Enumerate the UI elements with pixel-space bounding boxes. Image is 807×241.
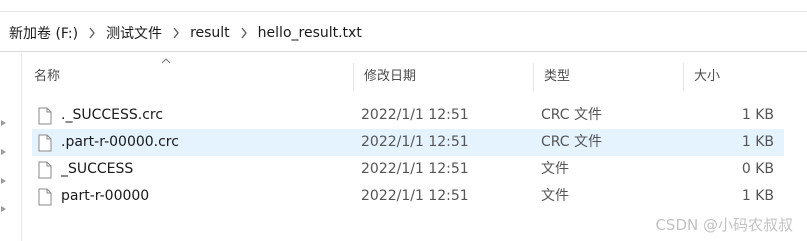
file-icon — [38, 129, 54, 156]
chevron-right-icon[interactable] — [167, 27, 185, 39]
file-icon — [38, 156, 54, 183]
breadcrumb-item-folder[interactable]: 测试文件 — [101, 20, 167, 46]
file-size: 1 KB — [741, 107, 774, 123]
file-type: 文件 — [541, 188, 569, 204]
breadcrumb-item-drive[interactable]: 新加卷 (F:) — [4, 20, 83, 46]
watermark: CSDN @小码农叔叔 — [655, 216, 793, 234]
file-row[interactable]: _SUCCESS 2022/1/1 12:51 文件 0 KB — [32, 156, 784, 183]
file-explorer-window: 新加卷 (F:) 测试文件 result hello_result.txt 名称… — [0, 0, 807, 241]
breadcrumb-item-result[interactable]: result — [185, 22, 235, 44]
file-list: ._SUCCESS.crc 2022/1/1 12:51 CRC 文件 1 KB… — [32, 102, 784, 210]
file-type: 文件 — [541, 161, 569, 177]
column-header: 名称 修改日期 类型 大小 — [24, 63, 807, 91]
file-row[interactable]: part-r-00000 2022/1/1 12:51 文件 1 KB — [32, 183, 784, 210]
file-type: CRC 文件 — [541, 107, 603, 123]
file-icon — [38, 102, 54, 129]
expand-arrow-icon[interactable] — [0, 148, 8, 156]
column-header-size[interactable]: 大小 — [684, 63, 794, 91]
breadcrumb[interactable]: 新加卷 (F:) 测试文件 result hello_result.txt — [0, 14, 807, 52]
chevron-right-icon[interactable] — [235, 27, 253, 39]
file-date: 2022/1/1 12:51 — [361, 188, 469, 204]
expand-arrow-icon[interactable] — [0, 119, 8, 127]
column-header-type[interactable]: 类型 — [534, 63, 684, 91]
ribbon-strip — [0, 0, 807, 12]
column-header-date[interactable]: 修改日期 — [354, 63, 534, 91]
file-date: 2022/1/1 12:51 — [361, 134, 469, 150]
breadcrumb-item-current[interactable]: hello_result.txt — [253, 22, 367, 44]
file-icon — [38, 183, 54, 210]
expand-arrow-icon[interactable] — [0, 177, 8, 185]
file-name: part-r-00000 — [61, 188, 150, 204]
file-name: ._SUCCESS.crc — [61, 107, 164, 123]
file-type: CRC 文件 — [541, 134, 603, 150]
navigation-pane — [0, 53, 22, 241]
file-date: 2022/1/1 12:51 — [361, 161, 469, 177]
file-size: 0 KB — [741, 161, 774, 177]
file-size: 1 KB — [741, 134, 774, 150]
file-date: 2022/1/1 12:51 — [361, 107, 469, 123]
column-header-name[interactable]: 名称 — [24, 63, 354, 91]
file-name: _SUCCESS — [61, 161, 134, 177]
file-size: 1 KB — [741, 188, 774, 204]
file-name: .part-r-00000.crc — [61, 134, 179, 150]
file-row[interactable]: ._SUCCESS.crc 2022/1/1 12:51 CRC 文件 1 KB — [32, 102, 784, 129]
expand-arrow-icon[interactable] — [0, 205, 8, 213]
file-row[interactable]: .part-r-00000.crc 2022/1/1 12:51 CRC 文件 … — [32, 129, 784, 156]
chevron-right-icon[interactable] — [83, 27, 101, 39]
